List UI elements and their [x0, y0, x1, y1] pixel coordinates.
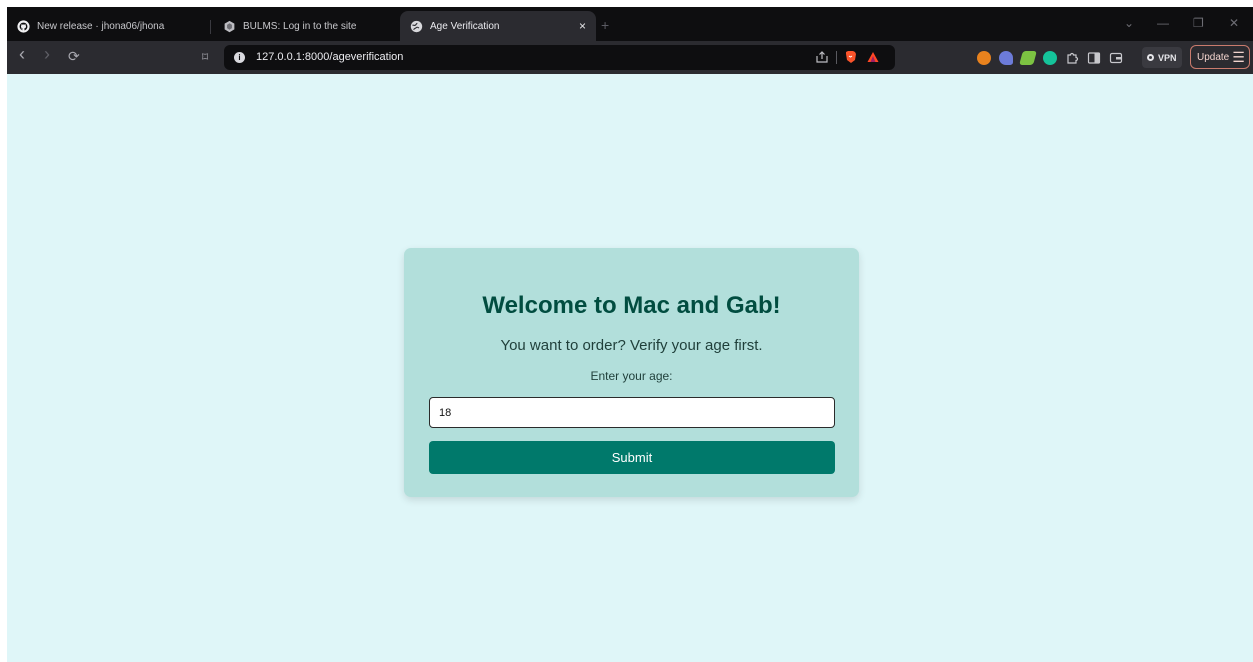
- page-subtitle: You want to order? Verify your age first…: [500, 337, 763, 354]
- age-input[interactable]: [429, 397, 835, 428]
- tab-divider: [210, 20, 211, 34]
- tab-label: Age Verification: [430, 20, 500, 32]
- update-button[interactable]: Update ☰: [1190, 45, 1250, 69]
- tab-github-release[interactable]: New release · jhona06/jhona: [7, 11, 203, 41]
- brave-shields-icon[interactable]: [844, 50, 857, 64]
- wallet-icon[interactable]: [1109, 51, 1123, 65]
- close-tab-icon[interactable]: ×: [579, 19, 586, 33]
- menu-icon: ☰: [1232, 48, 1245, 65]
- bookmark-icon[interactable]: ⌑: [202, 50, 208, 64]
- back-button[interactable]: ‹: [19, 45, 25, 63]
- extension-icon[interactable]: [999, 51, 1013, 65]
- age-verification-card: Welcome to Mac and Gab! You want to orde…: [404, 248, 859, 497]
- browser-toolbar: ‹ › ⟳ ⌑ i 127.0.0.1:8000/ageverification: [7, 41, 1253, 74]
- address-bar[interactable]: i 127.0.0.1:8000/ageverification: [224, 45, 895, 70]
- address-divider: [836, 51, 837, 64]
- tab-search-dropdown-icon[interactable]: ⌄: [1124, 16, 1134, 30]
- tab-bulms-login[interactable]: BULMS: Log in to the site: [213, 11, 397, 41]
- vpn-button[interactable]: VPN: [1142, 47, 1182, 68]
- tab-label: New release · jhona06/jhona: [37, 20, 165, 32]
- vpn-label: VPN: [1158, 52, 1177, 63]
- tab-label: BULMS: Log in to the site: [243, 20, 357, 32]
- minimize-icon[interactable]: —: [1157, 16, 1169, 30]
- extension-icon[interactable]: [1019, 51, 1037, 65]
- restore-icon[interactable]: ❐: [1193, 16, 1204, 30]
- bulms-icon: [224, 20, 235, 32]
- grammarly-icon[interactable]: [1043, 51, 1057, 65]
- tab-strip: New release · jhona06/jhona BULMS: Log i…: [7, 7, 1253, 41]
- metamask-extension-icon[interactable]: [977, 51, 991, 65]
- reload-button[interactable]: ⟳: [68, 49, 80, 63]
- address-url[interactable]: 127.0.0.1:8000/ageverification: [256, 51, 403, 63]
- tab-age-verification[interactable]: Age Verification ×: [400, 11, 596, 41]
- github-icon: [17, 19, 30, 33]
- page-viewport: Welcome to Mac and Gab! You want to orde…: [7, 74, 1253, 662]
- forward-button[interactable]: ›: [44, 45, 50, 63]
- brave-rewards-icon[interactable]: [867, 51, 879, 63]
- sidebar-icon[interactable]: [1087, 51, 1101, 65]
- update-label: Update: [1197, 51, 1230, 63]
- globe-icon: [410, 20, 423, 32]
- window-close-icon[interactable]: ✕: [1229, 16, 1239, 30]
- puzzle-icon[interactable]: [1065, 51, 1079, 65]
- share-icon[interactable]: [816, 51, 828, 63]
- page-title: Welcome to Mac and Gab!: [482, 292, 781, 319]
- submit-button[interactable]: Submit: [429, 441, 835, 474]
- site-info-icon[interactable]: i: [234, 52, 245, 63]
- age-field-label: Enter your age:: [590, 369, 673, 383]
- vpn-status-icon: [1147, 54, 1154, 61]
- new-tab-button[interactable]: +: [601, 17, 609, 33]
- browser-window: New release · jhona06/jhona BULMS: Log i…: [7, 7, 1253, 662]
